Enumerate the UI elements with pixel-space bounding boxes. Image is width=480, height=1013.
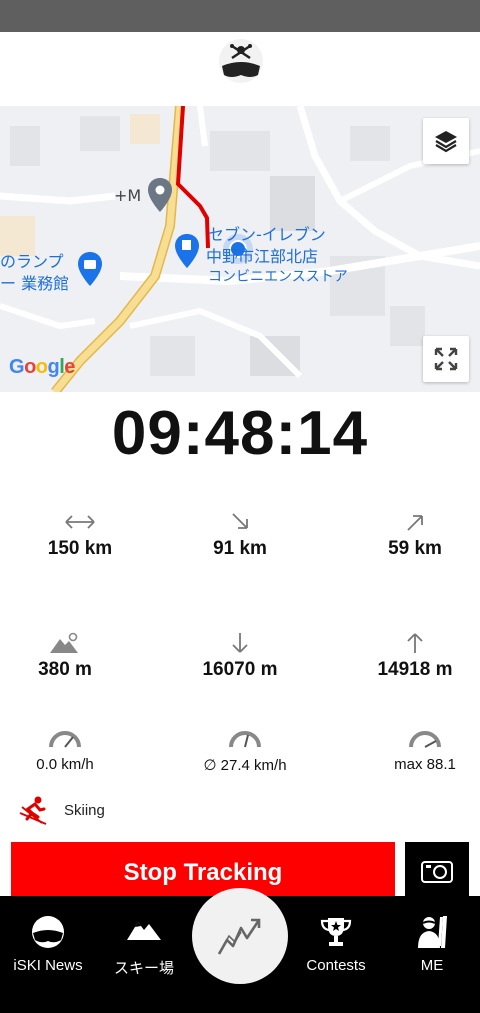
arrow-up-right-icon [407, 515, 423, 531]
helmet-icon [32, 916, 64, 948]
map-view[interactable]: +M セブン-イレブン 中野市江部北店 コンビニエンスストア のランプ ー 業務… [0, 106, 480, 392]
altitude-value: 380 m [38, 659, 92, 680]
descent-value: 16070 m [202, 659, 278, 680]
map-poi-label: +M [114, 186, 142, 205]
mountain-icon [127, 922, 161, 940]
shopping-pin-icon[interactable] [78, 252, 102, 286]
nav-label-news: iSKI News [13, 957, 83, 974]
average-speed-value: ∅ 27.4 km/h [203, 757, 287, 774]
nav-iski-news[interactable]: iSKI News [0, 896, 96, 1013]
app-header [0, 32, 480, 106]
stat-descent: 16070 m [160, 631, 320, 681]
mountain-location-icon [50, 632, 78, 653]
skier-profile-icon [418, 916, 447, 948]
speedometer-icon [229, 731, 261, 748]
stat-altitude: 380 m [0, 631, 145, 681]
stat-distance: 150 km [0, 510, 160, 560]
elapsed-timer: 09:48:14 [111, 399, 369, 468]
map-area-label: ー 業務館 [0, 274, 70, 293]
uphill-distance-value: 59 km [388, 538, 442, 559]
store-branch-label[interactable]: 中野市江部北店 [206, 243, 318, 267]
max-speed-value: max 88.1 [394, 756, 456, 773]
arrow-down-right-icon [232, 513, 248, 529]
tracking-fab-button[interactable] [192, 888, 288, 984]
store-type-label: コンビニエンスストア [208, 269, 348, 285]
google-logo: Google [9, 356, 75, 378]
layers-icon [435, 131, 457, 153]
status-bar [0, 0, 480, 32]
stat-downhill-distance: 91 km [160, 510, 320, 560]
current-speed-value: 0.0 km/h [36, 756, 94, 773]
nav-label-contests: Contests [306, 957, 366, 974]
arrow-down-icon [232, 633, 248, 653]
trophy-icon [320, 918, 352, 946]
sport-selector[interactable]: Skiing [18, 794, 105, 826]
distance-value: 150 km [47, 538, 113, 559]
stat-max-speed: max 88.1 [345, 726, 480, 773]
stat-ascent: 14918 m [335, 631, 480, 681]
skier-icon [19, 796, 47, 825]
map-layers-button[interactable] [423, 118, 469, 164]
store-name-label[interactable]: セブン-イレブン [208, 221, 326, 245]
nav-contests[interactable]: Contests [288, 896, 384, 1013]
speedometer-icon [49, 731, 81, 748]
downhill-distance-value: 91 km [213, 538, 267, 559]
camera-icon [421, 861, 453, 883]
stat-uphill-distance: 59 km [335, 510, 480, 560]
speedometer-icon [409, 731, 441, 748]
sport-label: Skiing [64, 801, 105, 819]
ascent-value: 14918 m [377, 659, 453, 680]
nav-label-resorts: スキー場 [113, 960, 174, 977]
fullscreen-icon [434, 347, 458, 371]
arrow-up-icon [407, 633, 423, 653]
nav-ski-resorts[interactable]: スキー場 [96, 896, 192, 1013]
nav-label-me: ME [420, 957, 444, 974]
iski-logo-icon[interactable] [218, 38, 264, 84]
tracking-zigzag-icon [217, 918, 261, 955]
horizontal-arrows-icon [65, 515, 95, 529]
map-fullscreen-button[interactable] [423, 336, 469, 382]
map-pin-icon[interactable] [148, 178, 172, 212]
map-area-label: のランプ [0, 252, 64, 271]
stat-average-speed: ∅ 27.4 km/h [165, 726, 325, 774]
stat-current-speed: 0.0 km/h [0, 726, 145, 773]
gas-station-pin-icon[interactable] [175, 234, 199, 268]
nav-me[interactable]: ME [384, 896, 480, 1013]
